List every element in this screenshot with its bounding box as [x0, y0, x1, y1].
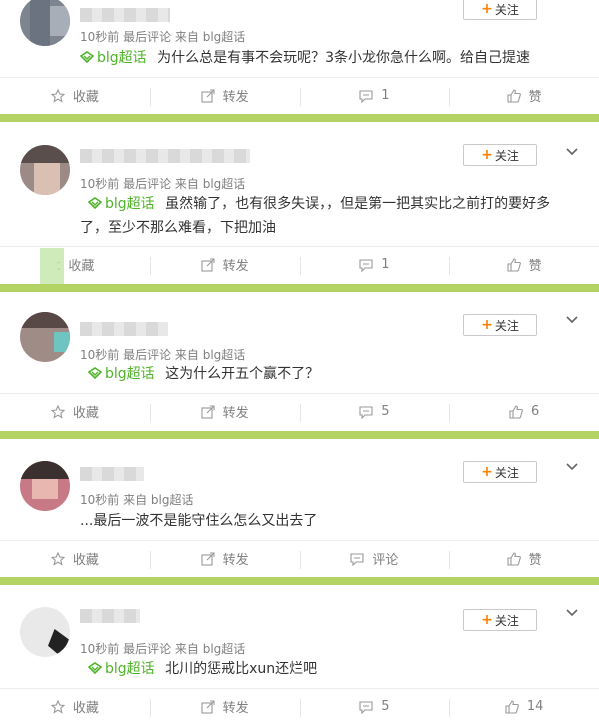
thumbs-up-icon — [507, 257, 521, 272]
comment-button[interactable]: 5 — [299, 394, 450, 429]
avatar[interactable] — [20, 461, 70, 511]
like-button[interactable]: 赞 — [449, 247, 599, 282]
repost-button[interactable]: 转发 — [149, 247, 300, 282]
post-text: blg超话 北川的惩戒比xun还烂吧 — [80, 657, 570, 681]
comment-icon — [359, 700, 373, 714]
favorite-button[interactable]: ：收藏 — [0, 247, 150, 282]
repost-button[interactable]: 转发 — [149, 78, 300, 113]
topic-link[interactable]: blg超话 — [80, 50, 147, 66]
diamond-icon — [88, 197, 102, 209]
post-meta: 10秒前 最后评论 来自 blg超话 — [80, 642, 246, 656]
plus-icon: + — [481, 464, 493, 480]
separator — [0, 284, 599, 292]
like-button[interactable]: 赞 — [449, 78, 599, 113]
thumbs-up-icon — [507, 88, 521, 103]
topic-link[interactable]: blg超话 — [88, 196, 155, 212]
follow-button[interactable]: + 关注 — [463, 144, 537, 166]
comment-button[interactable]: 评论 — [299, 541, 450, 576]
repost-icon — [201, 551, 215, 566]
chevron-down-icon[interactable] — [564, 314, 580, 326]
follow-button[interactable]: + 关注 — [463, 0, 537, 20]
comment-icon — [359, 89, 373, 103]
repost-icon — [201, 88, 215, 103]
post-meta: 10秒前 最后评论 来自 blg超话 — [80, 30, 246, 44]
diamond-icon — [88, 367, 102, 379]
repost-icon — [201, 699, 215, 714]
post-card: + 关注 10秒前 来自 blg超话 ...最后一波不是能守住么怎么又出去了 收藏… — [0, 439, 599, 577]
avatar[interactable] — [20, 145, 70, 195]
chevron-down-icon[interactable] — [564, 607, 580, 619]
separator — [0, 431, 599, 439]
favorite-button[interactable]: 收藏 — [0, 541, 150, 576]
repost-button[interactable]: 转发 — [149, 689, 300, 724]
plus-icon: + — [481, 1, 493, 17]
repost-button[interactable]: 转发 — [149, 541, 300, 576]
username-blurred[interactable] — [80, 609, 140, 623]
comment-icon — [359, 258, 373, 272]
post-meta: 10秒前 来自 blg超话 — [80, 493, 194, 507]
username-blurred[interactable] — [80, 149, 250, 163]
chevron-down-icon[interactable] — [564, 146, 580, 158]
favorite-button[interactable]: 收藏 — [0, 394, 150, 429]
action-bar: 收藏 转发 5 6 — [0, 393, 599, 429]
comment-button[interactable]: 5 — [299, 689, 450, 724]
thumbs-up-icon — [509, 404, 523, 419]
plus-icon: + — [481, 317, 493, 333]
comment-icon — [359, 405, 373, 419]
like-button[interactable]: 6 — [449, 394, 599, 429]
favorite-button[interactable]: 收藏 — [0, 689, 150, 724]
repost-icon — [201, 257, 215, 272]
follow-button[interactable]: + 关注 — [463, 461, 537, 483]
diamond-icon — [88, 662, 102, 674]
like-button[interactable]: 14 — [449, 689, 599, 724]
post-meta: 10秒前 最后评论 来自 blg超话 — [80, 177, 246, 191]
separator — [0, 577, 599, 585]
star-icon — [50, 88, 65, 103]
follow-button[interactable]: + 关注 — [463, 314, 537, 336]
comment-button[interactable]: 1 — [299, 78, 450, 113]
comment-icon — [350, 552, 364, 566]
thumbs-up-icon — [507, 551, 521, 566]
repost-button[interactable]: 转发 — [149, 394, 300, 429]
username-blurred[interactable] — [80, 322, 168, 336]
comment-button[interactable]: 1 — [299, 247, 450, 282]
diamond-icon — [80, 51, 94, 63]
star-icon — [50, 699, 65, 714]
repost-icon — [201, 404, 215, 419]
star-icon — [50, 551, 65, 566]
topic-link[interactable]: blg超话 — [88, 366, 155, 382]
action-bar: 收藏 转发 评论 赞 — [0, 540, 599, 576]
post-card: + 关注 10秒前 最后评论 来自 blg超话 blg超话 这为什么开五个赢不了？… — [0, 292, 599, 431]
topic-link[interactable]: blg超话 — [88, 661, 155, 677]
action-bar: ：收藏 转发 1 赞 — [0, 246, 599, 282]
avatar[interactable] — [20, 312, 70, 362]
post-text: ...最后一波不是能守住么怎么又出去了 — [80, 513, 318, 529]
chevron-down-icon[interactable] — [564, 461, 580, 473]
thumbs-up-icon — [505, 699, 519, 714]
plus-icon: + — [481, 147, 493, 163]
post-card: + 关注 10秒前 最后评论 来自 blg超话 blg超话 虽然输了，也有很多失误… — [0, 122, 599, 298]
like-button[interactable]: 赞 — [449, 541, 599, 576]
avatar[interactable] — [20, 0, 70, 46]
post-card: + 关注 10秒前 最后评论 来自 blg超话 blg超话 为什么总是有事不会玩呢… — [0, 0, 599, 113]
action-bar: 收藏 转发 5 14 — [0, 688, 599, 724]
post-meta: 10秒前 最后评论 来自 blg超话 — [80, 348, 246, 362]
username-blurred[interactable] — [80, 8, 170, 22]
follow-button[interactable]: + 关注 — [463, 609, 537, 631]
post-card: + 关注 10秒前 最后评论 来自 blg超话 blg超话 北川的惩戒比xun还烂… — [0, 585, 599, 725]
avatar[interactable] — [20, 607, 70, 657]
action-bar: 收藏 转发 1 赞 — [0, 77, 599, 113]
plus-icon: + — [481, 612, 493, 628]
post-text: blg超话 虽然输了，也有很多失误，，但是第一把其实比之前打的要好多了，至少不那… — [80, 196, 551, 236]
username-blurred[interactable] — [80, 467, 144, 481]
post-text: blg超话 为什么总是有事不会玩呢？3条小龙你急什么啊。给自己提速 — [80, 46, 570, 70]
favorite-button[interactable]: 收藏 — [0, 78, 150, 113]
post-text: blg超话 这为什么开五个赢不了？ — [80, 362, 570, 386]
separator — [0, 114, 599, 122]
star-icon — [50, 404, 65, 419]
